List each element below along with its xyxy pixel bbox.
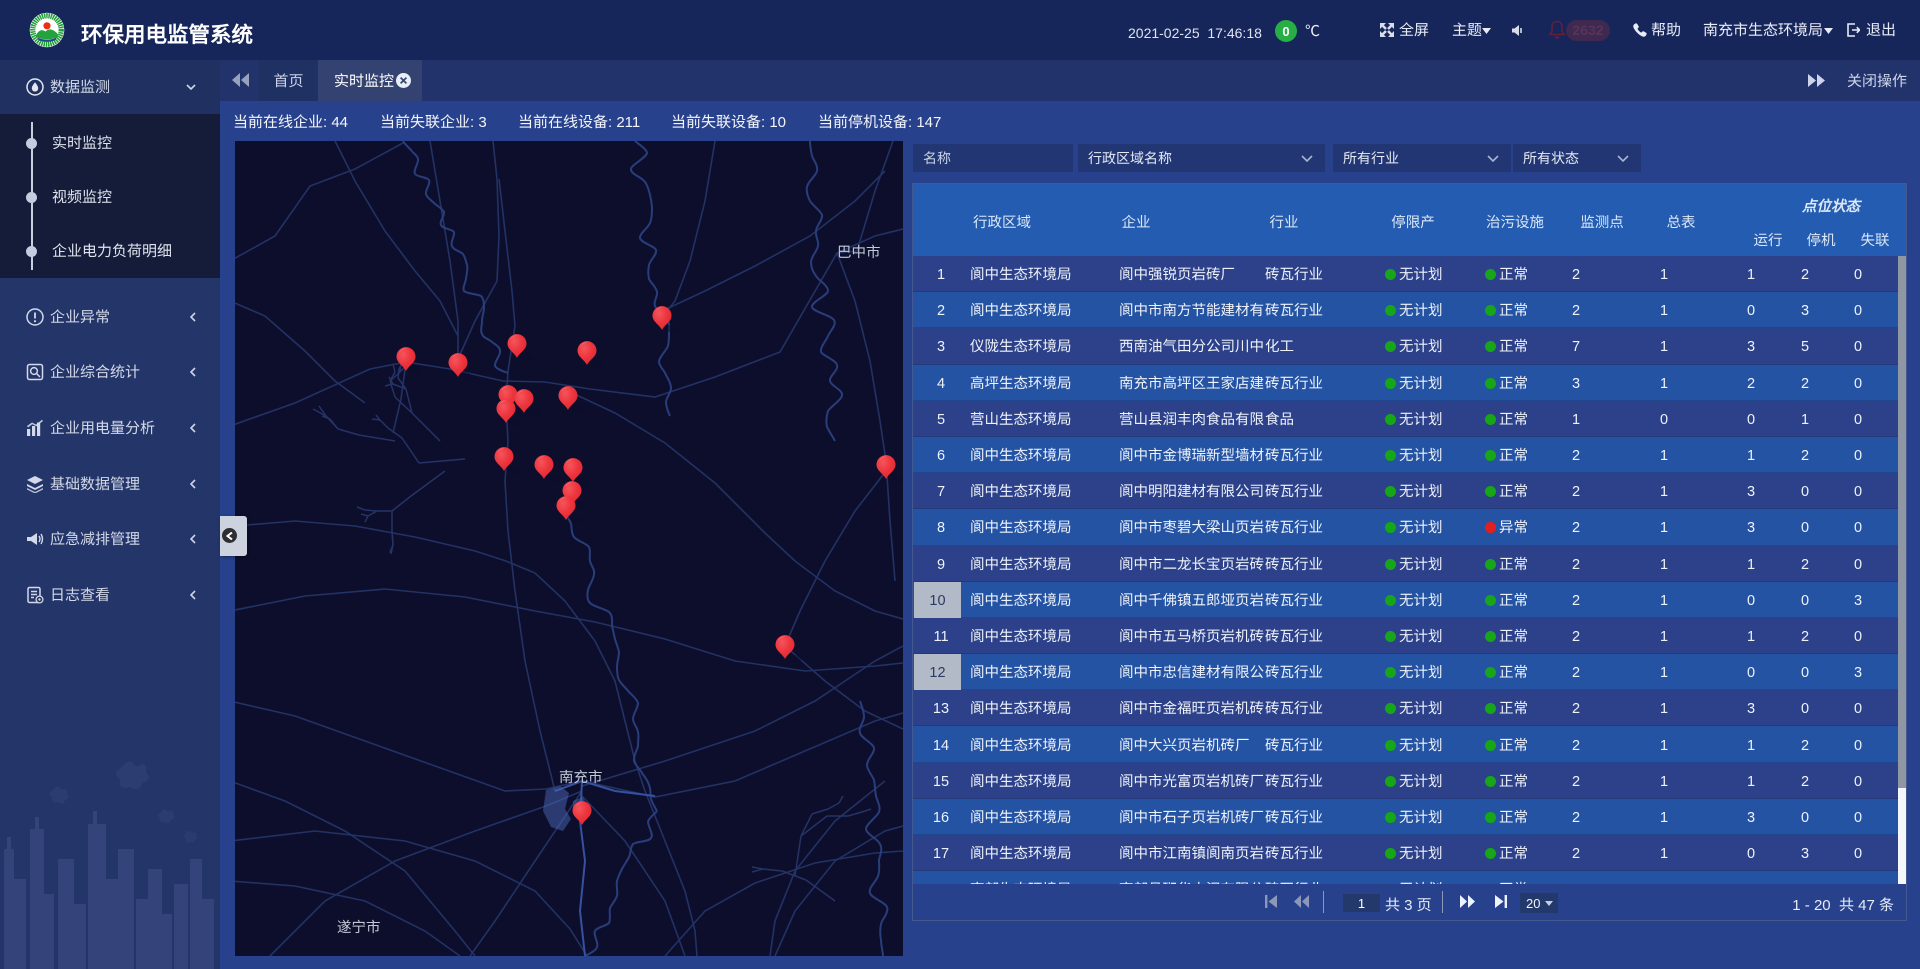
svg-text:遂宁市: 遂宁市 (337, 916, 381, 937)
svg-text:巴中市: 巴中市 (837, 241, 881, 262)
svg-text:南充市: 南充市 (559, 766, 603, 787)
